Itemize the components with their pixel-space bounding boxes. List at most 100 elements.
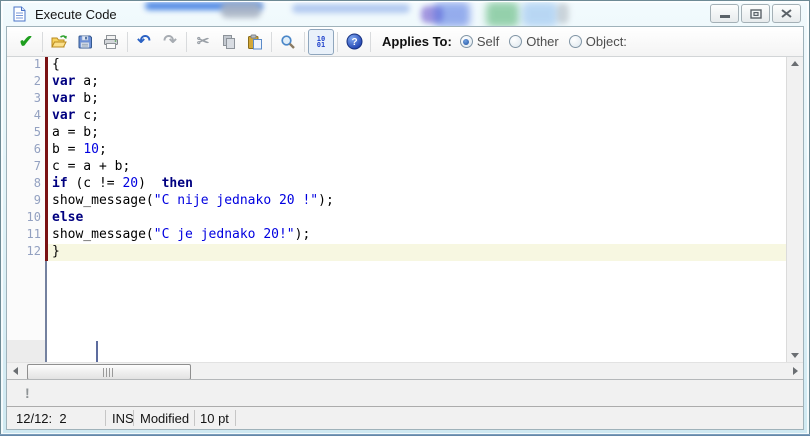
radio-label: Self: [476, 34, 500, 49]
status-modified: Modified: [140, 411, 190, 426]
line-number: 8: [33, 176, 41, 190]
line-number: 6: [33, 142, 41, 156]
close-icon: [781, 9, 792, 18]
scroll-down-arrow-icon[interactable]: [791, 353, 799, 358]
scroll-up-arrow-icon[interactable]: [791, 61, 799, 66]
message-text: !: [25, 385, 30, 401]
gutter: 1 2 3 4 5 6 7 8 9 10 11 12: [7, 57, 45, 362]
scroll-right-arrow-icon[interactable]: [793, 367, 798, 375]
status-insert-mode: INS: [112, 411, 134, 426]
open-folder-icon: [50, 34, 67, 47]
gutter-bottom-shade: [7, 340, 45, 362]
print-icon: [104, 34, 118, 49]
horizontal-scrollbar[interactable]: [7, 362, 803, 380]
status-separator: [133, 410, 134, 426]
validate-button[interactable]: ✔: [13, 29, 39, 55]
line-number: 1: [33, 57, 41, 71]
vertical-scrollbar[interactable]: [786, 57, 803, 362]
restore-button[interactable]: [741, 4, 770, 23]
status-separator: [105, 410, 106, 426]
find-button[interactable]: [275, 29, 301, 55]
radio-icon[interactable]: [568, 35, 582, 48]
glass-blob: [292, 4, 410, 13]
code-line[interactable]: }: [48, 244, 786, 261]
toolbar-separator: [370, 31, 371, 52]
save-button[interactable]: [72, 29, 98, 55]
toggle-binary-view-button[interactable]: 10 01: [308, 28, 334, 55]
glass-blob: [522, 2, 558, 27]
glass-blob: [221, 2, 261, 18]
undo-button[interactable]: ↶: [131, 29, 157, 55]
open-button[interactable]: [46, 29, 72, 55]
radio-option-other[interactable]: Other: [509, 34, 559, 49]
execute-code-window: Execute Code ✔ ↶ ↷ ✂ 10 01 ? Applies To:…: [0, 0, 810, 436]
undo-icon: ↶: [137, 32, 151, 50]
cut-button[interactable]: ✂: [190, 29, 216, 55]
line-number: 12: [26, 244, 41, 258]
save-icon: [78, 35, 92, 48]
line-number: 2: [33, 74, 41, 88]
applies-to-group: Applies To: Self Other Object:: [382, 34, 627, 49]
titlebar[interactable]: Execute Code: [3, 2, 807, 27]
minimize-icon: [719, 15, 730, 18]
gutter-border: [45, 261, 47, 362]
check-icon: ✔: [18, 32, 34, 51]
code-line[interactable]: c = a + b;: [48, 159, 786, 176]
toolbar: ✔ ↶ ↷ ✂ 10 01 ? Applies To: Self Other O…: [7, 27, 803, 57]
document-icon: [13, 6, 26, 27]
code-line[interactable]: var a;: [48, 74, 786, 91]
toolbar-separator: [337, 31, 338, 52]
cut-icon: ✂: [196, 33, 210, 50]
radio-icon[interactable]: [509, 35, 523, 48]
redo-button[interactable]: ↷: [157, 29, 183, 55]
copy-button[interactable]: [216, 29, 242, 55]
restore-icon: [749, 8, 762, 19]
horizontal-scrollbar-thumb[interactable]: [27, 364, 191, 380]
code-line[interactable]: if (c != 20) then: [48, 176, 786, 193]
minimize-button[interactable]: [710, 4, 739, 23]
code-lines[interactable]: {var a; var b; var c; a = b; b = 10; c = a + …: [48, 57, 786, 362]
window-title: Execute Code: [35, 7, 117, 22]
line-number: 5: [33, 125, 41, 139]
toolbar-separator: [127, 31, 128, 52]
client-area: ✔ ↶ ↷ ✂ 10 01 ? Applies To: Self Other O…: [7, 27, 803, 429]
thumb-grip-icon: [103, 367, 115, 377]
toolbar-separator: [186, 31, 187, 52]
glass-blob: [486, 2, 519, 27]
copy-icon: [223, 34, 235, 49]
line-number: 10: [26, 210, 41, 224]
code-line[interactable]: else: [48, 210, 786, 227]
status-separator: [194, 410, 195, 426]
svg-text:?: ?: [351, 37, 357, 48]
radio-option-self[interactable]: Self: [459, 34, 500, 49]
glass-blob: [434, 2, 470, 27]
help-icon: ?: [346, 33, 362, 50]
code-line[interactable]: var b;: [48, 91, 786, 108]
line-number: 11: [26, 227, 41, 241]
radio-icon[interactable]: [459, 35, 473, 48]
line-number: 9: [33, 193, 41, 207]
code-line[interactable]: show_message("C je jednako 20!");: [48, 227, 786, 244]
code-editor[interactable]: 1 2 3 4 5 6 7 8 9 10 11 12 {var a; var b; var c; a = b…: [7, 57, 803, 362]
code-line[interactable]: a = b;: [48, 125, 786, 142]
message-panel: !: [7, 379, 803, 406]
applies-to-label: Applies To:: [382, 34, 452, 49]
status-separator: [235, 410, 236, 426]
code-line[interactable]: {: [48, 57, 786, 74]
binary-icon: 10 01: [316, 34, 326, 49]
code-line[interactable]: show_message("C nije jednako 20 !");: [48, 193, 786, 210]
code-line[interactable]: b = 10;: [48, 142, 786, 159]
toolbar-separator: [304, 31, 305, 52]
scroll-left-arrow-icon[interactable]: [13, 367, 18, 375]
radio-option-object[interactable]: Object:: [568, 34, 627, 49]
help-button[interactable]: ?: [341, 29, 367, 55]
print-button[interactable]: [98, 29, 124, 55]
paste-button[interactable]: [242, 29, 268, 55]
applies-to-options: Self Other Object:: [459, 34, 627, 49]
close-button[interactable]: [772, 4, 801, 23]
code-line[interactable]: var c;: [48, 108, 786, 125]
line-number: 7: [33, 159, 41, 173]
search-icon: [281, 34, 295, 49]
glass-blob: [557, 3, 569, 24]
radio-label: Other: [526, 34, 559, 49]
